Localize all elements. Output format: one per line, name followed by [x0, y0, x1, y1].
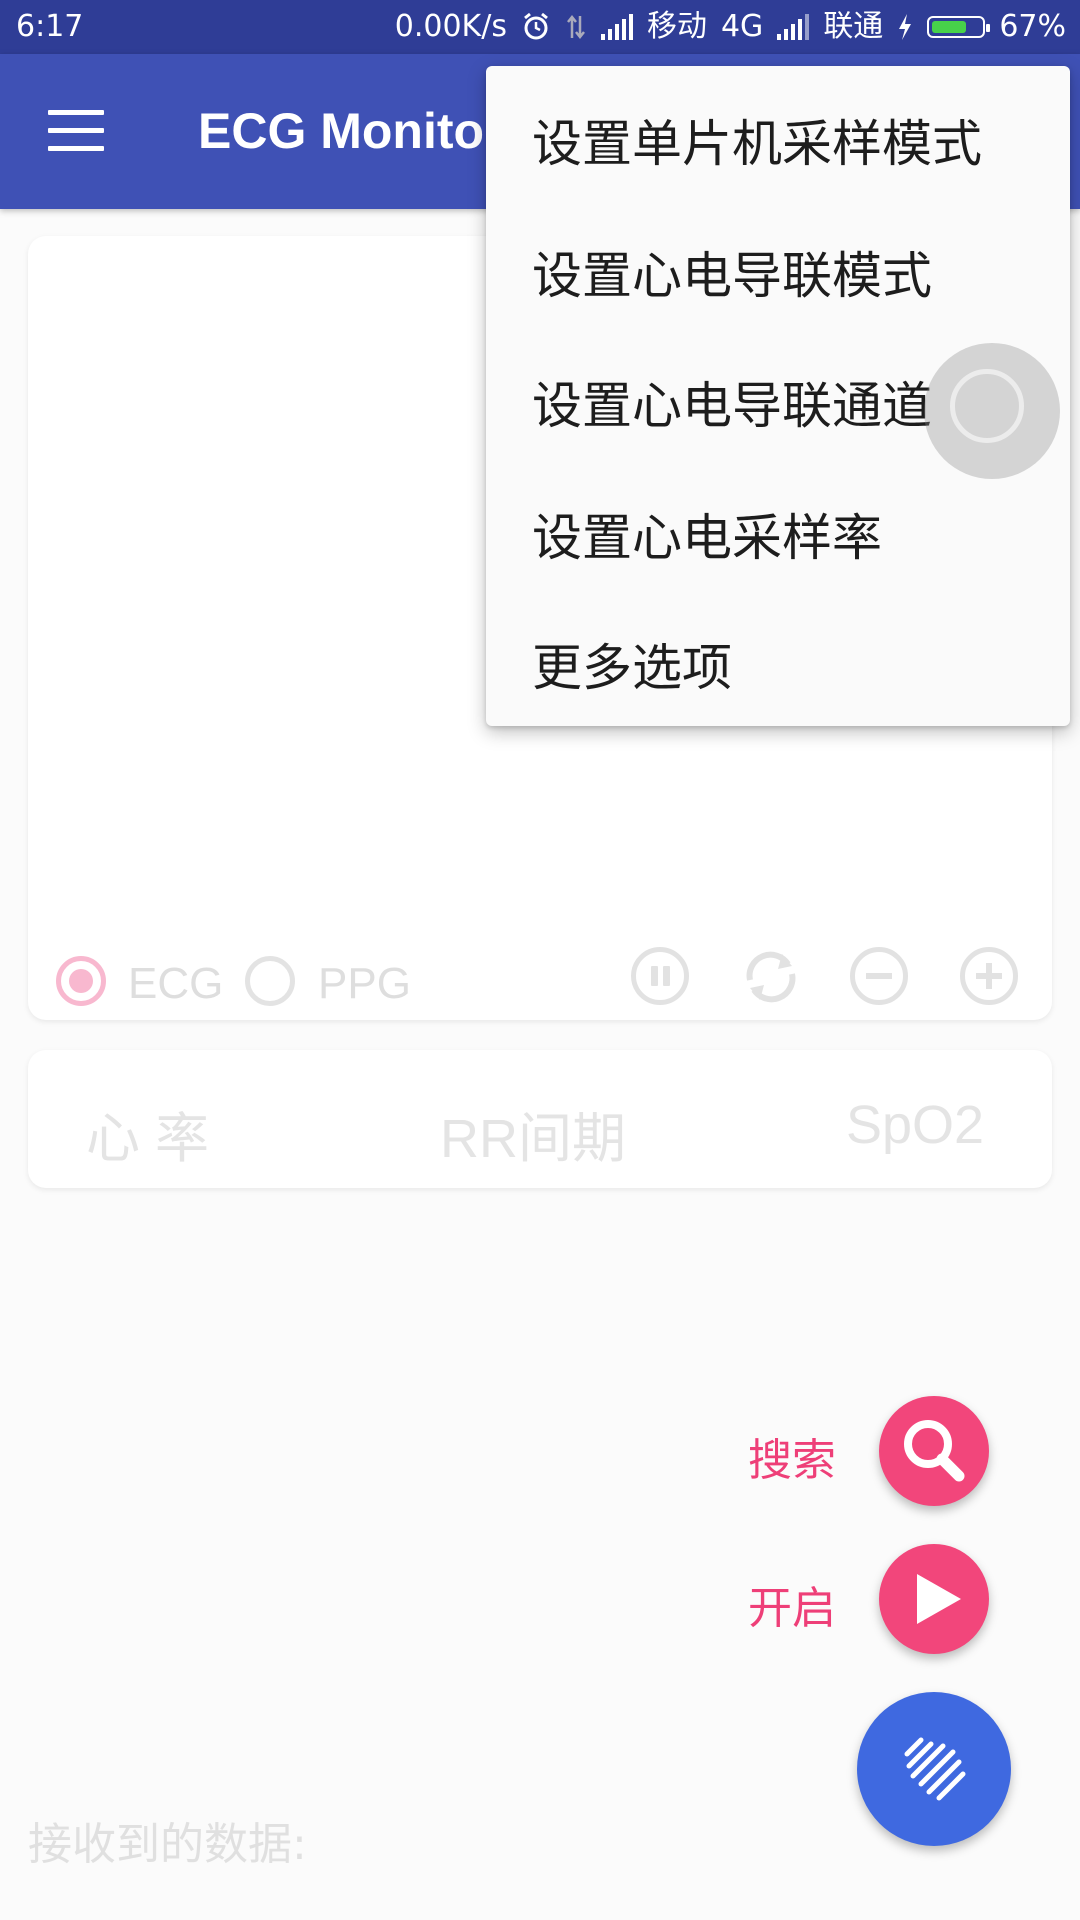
radio-ecg[interactable] — [56, 956, 106, 1006]
play-icon — [917, 1574, 961, 1624]
pause-icon[interactable] — [631, 947, 689, 1005]
spo2-label: SpO2 — [846, 1095, 985, 1155]
menu-item-mcu-sampling-mode[interactable]: 设置单片机采样模式 — [532, 104, 982, 176]
start-fab-label: 开启 — [748, 1583, 836, 1634]
net-speed: 0.00K/s — [394, 9, 507, 44]
touch-ripple — [924, 343, 1060, 479]
radio-ppg-label: PPG — [318, 959, 411, 1008]
rr-interval-label: RR间期 — [440, 1109, 626, 1169]
status-time: 6:17 — [16, 9, 84, 44]
received-data-label: 接收到的数据: — [28, 1819, 307, 1870]
battery-icon — [927, 16, 991, 38]
refresh-icon[interactable] — [738, 944, 804, 1010]
zoom-out-icon[interactable] — [850, 947, 908, 1005]
menu-item-more-options[interactable]: 更多选项 — [532, 628, 732, 700]
menu-item-ecg-lead-channel[interactable]: 设置心电导联通道 — [532, 366, 932, 438]
status-icons: 0.00K/s 移动 4G 联通 67% — [395, 0, 1066, 54]
hamburger-menu-icon[interactable] — [48, 110, 104, 154]
menu-lines-icon — [904, 1737, 966, 1801]
menu-item-ecg-lead-mode[interactable]: 设置心电导联模式 — [532, 236, 932, 308]
zoom-in-icon[interactable] — [960, 947, 1018, 1005]
start-fab-button[interactable] — [879, 1544, 989, 1654]
search-icon — [904, 1420, 965, 1482]
carrier-2: 联通 — [823, 9, 884, 44]
signal-icon-1 — [600, 14, 633, 40]
radio-ecg-label: ECG — [128, 959, 224, 1008]
network-type: 4G — [720, 9, 764, 44]
search-fab-button[interactable] — [879, 1396, 989, 1506]
search-fab-label: 搜索 — [748, 1435, 836, 1486]
heart-rate-label: 心 率 — [86, 1109, 210, 1169]
carrier-1: 移动 — [646, 9, 707, 44]
signal-icon-2 — [777, 14, 810, 40]
menu-item-ecg-sample-rate[interactable]: 设置心电采样率 — [532, 498, 882, 570]
data-transfer-icon — [566, 14, 585, 40]
radio-ppg[interactable] — [245, 956, 295, 1006]
main-fab-button[interactable] — [857, 1692, 1011, 1846]
status-bar: 6:17 0.00K/s 移动 4G 联通 67% — [0, 0, 1080, 54]
battery-level: 67% — [999, 9, 1066, 44]
stats-card: 心 率 RR间期 SpO2 — [28, 1050, 1052, 1188]
app-title: ECG Monito — [198, 103, 485, 159]
alarm-icon — [524, 12, 548, 40]
charging-icon — [899, 14, 912, 40]
